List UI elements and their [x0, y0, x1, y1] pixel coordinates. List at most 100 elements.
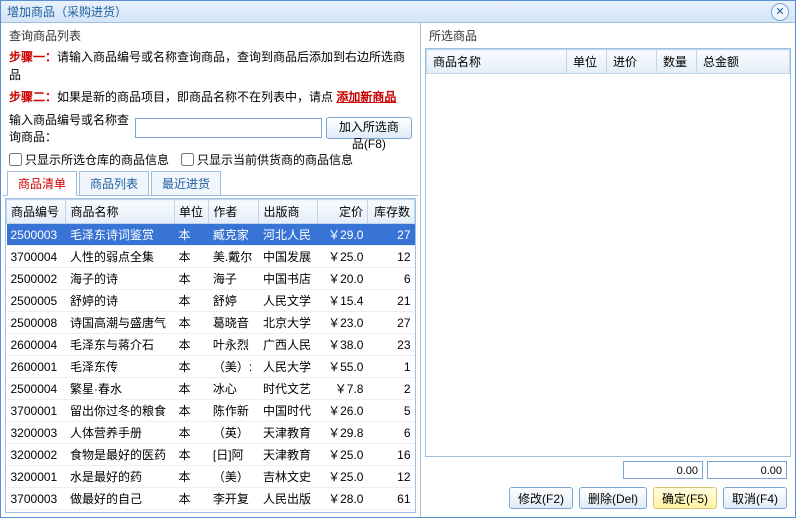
sel-col-total[interactable]: 总金额 — [697, 50, 790, 74]
cell-author: [日]阿 — [209, 444, 259, 466]
table-row[interactable]: 3200002食物是最好的医药本[日]阿天津教育￥25.016 — [7, 444, 415, 466]
cell-name: 食物是最好的医药 — [66, 444, 175, 466]
cell-stock: 27 — [367, 224, 414, 246]
table-row[interactable]: 3700003做最好的自己本李开复人民出版￥28.061 — [7, 488, 415, 510]
add-new-product-link[interactable]: 添加新商品 — [336, 90, 396, 104]
cell-price: ￥7.8 — [317, 378, 367, 400]
table-row[interactable]: 2500002海子的诗本海子中国书店￥20.06 — [7, 268, 415, 290]
cell-pub: 中国发展 — [259, 246, 317, 268]
cell-code: 3700001 — [7, 400, 66, 422]
cell-price: ￥25.0 — [317, 510, 367, 514]
table-row[interactable]: 2600001毛泽东传本（美）:人民大学￥55.01 — [7, 356, 415, 378]
tab-product-list[interactable]: 商品清单 — [7, 171, 77, 196]
cell-pub: 人民文学 — [259, 290, 317, 312]
cell-code: 2600004 — [7, 334, 66, 356]
table-row[interactable]: 2500005舒婷的诗本舒婷人民文学￥15.421 — [7, 290, 415, 312]
window-title: 增加商品（采购进货） — [7, 3, 771, 20]
cell-unit: 本 — [174, 400, 208, 422]
col-unit[interactable]: 单位 — [174, 200, 208, 224]
cell-price: ￥15.4 — [317, 290, 367, 312]
titlebar: 增加商品（采购进货） ✕ — [1, 1, 795, 23]
total-amount: 0.00 — [707, 461, 787, 479]
cell-name: 水是最好的药 — [66, 466, 175, 488]
cell-stock: 6 — [367, 422, 414, 444]
sel-col-price[interactable]: 进价 — [607, 50, 657, 74]
cell-pub: 国际文化 — [259, 510, 317, 514]
cell-name: 毛泽东诗词鉴赏 — [66, 224, 175, 246]
cell-price: ￥20.0 — [317, 268, 367, 290]
filter-warehouse-label: 只显示所选仓库的商品信息 — [25, 151, 169, 168]
cell-unit: 本 — [174, 466, 208, 488]
tab-recent-purchase[interactable]: 最近进货 — [151, 171, 221, 195]
cell-name: 毛泽东与蒋介石 — [66, 334, 175, 356]
col-name[interactable]: 商品名称 — [66, 200, 175, 224]
cell-unit: 本 — [174, 312, 208, 334]
cell-stock: 6 — [367, 268, 414, 290]
filter-supplier-checkbox[interactable] — [181, 153, 194, 166]
cell-price: ￥25.0 — [317, 246, 367, 268]
filter-warehouse[interactable]: 只显示所选仓库的商品信息 — [9, 151, 169, 168]
cell-code: 2600002 — [7, 510, 66, 514]
modify-button[interactable]: 修改(F2) — [509, 487, 573, 509]
cell-author: （美）: — [209, 356, 259, 378]
cell-code: 3700004 — [7, 246, 66, 268]
cell-pub: 时代文艺 — [259, 378, 317, 400]
delete-button[interactable]: 删除(Del) — [579, 487, 647, 509]
cell-stock: 27 — [367, 312, 414, 334]
cell-code: 3200002 — [7, 444, 66, 466]
step-one-row: 步骤一：请输入商品编号或名称查询商品，查询到商品后添加到右边所选商品 — [3, 46, 418, 86]
cell-pub: 天津教育 — [259, 444, 317, 466]
filter-warehouse-checkbox[interactable] — [9, 153, 22, 166]
cell-pub: 中国书店 — [259, 268, 317, 290]
cell-code: 3200003 — [7, 422, 66, 444]
cell-stock: 2 — [367, 378, 414, 400]
sel-col-qty[interactable]: 数量 — [657, 50, 697, 74]
cell-unit: 本 — [174, 510, 208, 514]
table-row[interactable]: 3200003人体营养手册本（英）天津教育￥29.86 — [7, 422, 415, 444]
add-selected-button[interactable]: 加入所选商品(F8) — [326, 117, 412, 139]
cell-pub: 中国时代 — [259, 400, 317, 422]
sel-col-unit[interactable]: 单位 — [567, 50, 607, 74]
filter-supplier[interactable]: 只显示当前供货商的商品信息 — [181, 151, 353, 168]
search-input[interactable] — [135, 118, 322, 138]
col-code[interactable]: 商品编号 — [7, 200, 66, 224]
cell-name: 留出你过冬的粮食 — [66, 400, 175, 422]
table-row[interactable]: 2500008诗国高潮与盛唐气本葛晓音北京大学￥23.027 — [7, 312, 415, 334]
cell-author: 臧克家 — [209, 224, 259, 246]
cell-pub: 人民大学 — [259, 356, 317, 378]
col-author[interactable]: 作者 — [209, 200, 259, 224]
cancel-button[interactable]: 取消(F4) — [723, 487, 787, 509]
table-row[interactable]: 2500003毛泽东诗词鉴赏本臧克家河北人民￥29.027 — [7, 224, 415, 246]
cell-name: 做最好的自己 — [66, 488, 175, 510]
col-price[interactable]: 定价 — [317, 200, 367, 224]
col-stock[interactable]: 库存数 — [367, 200, 414, 224]
cell-price: ￥26.0 — [317, 400, 367, 422]
close-button[interactable]: ✕ — [771, 3, 789, 21]
table-row[interactable]: 2500004繁星·春水本冰心时代文艺￥7.82 — [7, 378, 415, 400]
cell-stock: 1 — [367, 356, 414, 378]
cell-pub: 广西人民 — [259, 334, 317, 356]
selected-grid[interactable]: 商品名称 单位 进价 数量 总金额 — [425, 48, 791, 457]
table-row[interactable]: 2600004毛泽东与蒋介石本叶永烈广西人民￥38.023 — [7, 334, 415, 356]
table-row[interactable]: 2600002曹操·喋血中原本子金山国际文化￥25.03 — [7, 510, 415, 514]
cell-author: 海子 — [209, 268, 259, 290]
search-label: 输入商品编号或名称查询商品： — [9, 111, 131, 145]
product-grid[interactable]: 商品编号 商品名称 单位 作者 出版商 定价 库存数 2500003毛泽东诗词鉴… — [5, 198, 416, 513]
step-two-row: 步骤二：如果是新的商品项目，即商品名称不在列表中，请点 添加新商品 — [3, 86, 418, 108]
cell-unit: 本 — [174, 224, 208, 246]
filter-supplier-label: 只显示当前供货商的商品信息 — [197, 151, 353, 168]
sel-col-name[interactable]: 商品名称 — [427, 50, 567, 74]
left-panel: 查询商品列表 步骤一：请输入商品编号或名称查询商品，查询到商品后添加到右边所选商… — [1, 23, 421, 517]
cell-code: 2500002 — [7, 268, 66, 290]
tab-product-grid[interactable]: 商品列表 — [79, 171, 149, 195]
cell-name: 人性的弱点全集 — [66, 246, 175, 268]
confirm-button[interactable]: 确定(F5) — [653, 487, 717, 509]
col-publisher[interactable]: 出版商 — [259, 200, 317, 224]
close-icon: ✕ — [775, 5, 784, 18]
table-row[interactable]: 3700001留出你过冬的粮食本陈作新中国时代￥26.05 — [7, 400, 415, 422]
table-row[interactable]: 3700004人性的弱点全集本美.戴尔中国发展￥25.012 — [7, 246, 415, 268]
table-row[interactable]: 3200001水是最好的药本（美）吉林文史￥25.012 — [7, 466, 415, 488]
cell-author: 冰心 — [209, 378, 259, 400]
cell-pub: 人民出版 — [259, 488, 317, 510]
step-two-text: 如果是新的商品项目，即商品名称不在列表中，请点 — [57, 90, 336, 104]
